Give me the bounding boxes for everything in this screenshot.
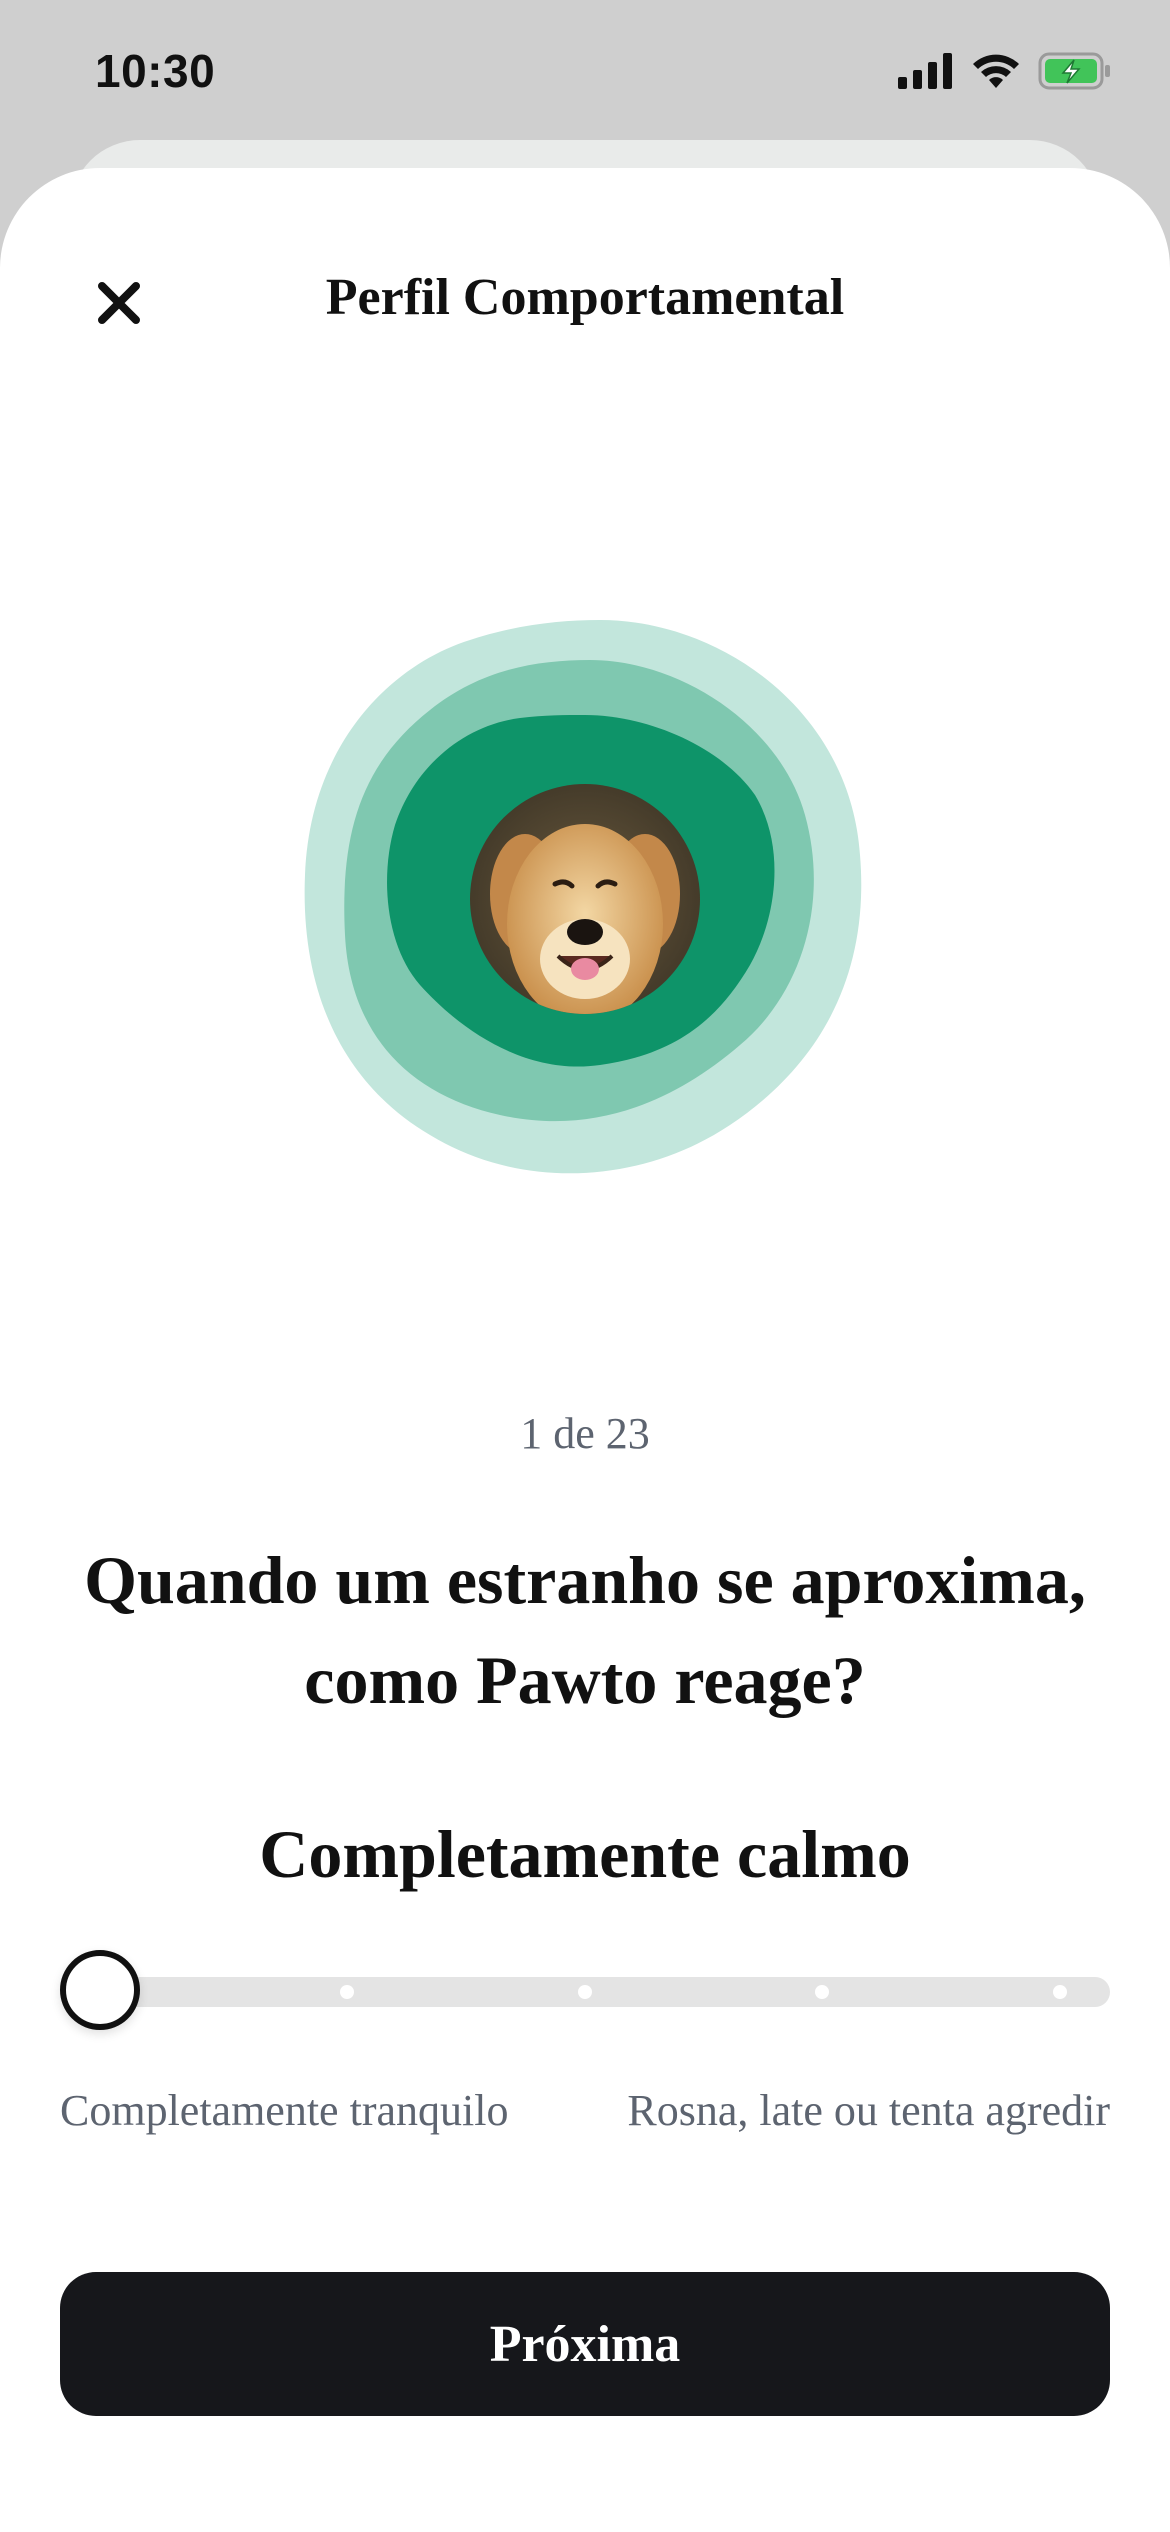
scale-min-label: Completamente tranquilo [60, 2086, 509, 2135]
slider-step-dot [815, 1985, 829, 1999]
behavior-slider[interactable] [60, 1950, 1110, 2040]
slider-step-dot [340, 1985, 354, 1999]
wifi-icon [973, 54, 1019, 88]
status-icons [898, 52, 1112, 90]
slider-step-dot [578, 1985, 592, 1999]
cellular-signal-icon [898, 53, 952, 89]
modal-sheet [0, 168, 1170, 2532]
scale-max-label: Rosna, late ou tenta agredir [627, 2086, 1110, 2135]
slider-track[interactable] [100, 1977, 1110, 2007]
battery-charging-icon [1038, 52, 1110, 90]
status-bar: 10:30 [0, 0, 1170, 150]
slider-thumb[interactable] [60, 1950, 140, 2030]
page-title: Perfil Comportamental [325, 269, 845, 326]
question-progress: 1 de 23 [520, 1409, 650, 1458]
question-text: Quando um estranho se aproxima, como Paw… [84, 1542, 1086, 1718]
pet-avatar [470, 784, 700, 1014]
next-button[interactable]: Próxima [60, 2272, 1110, 2416]
dog-photo [470, 784, 700, 1014]
selected-answer-label: Completamente calmo [259, 1816, 911, 1892]
status-time: 10:30 [95, 45, 216, 97]
slider-step-dot [1053, 1985, 1067, 1999]
